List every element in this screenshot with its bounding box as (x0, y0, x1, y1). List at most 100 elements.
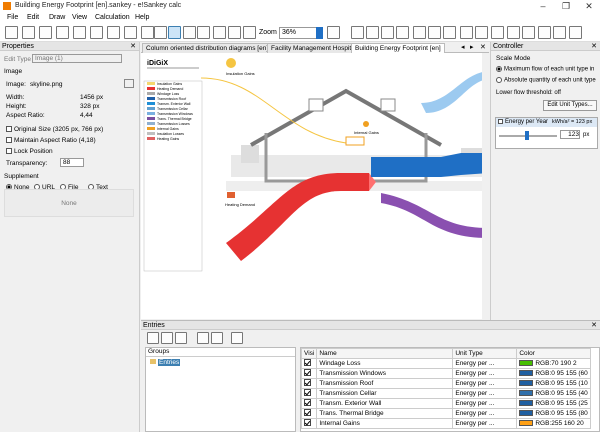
menu-help[interactable]: Help (135, 14, 149, 21)
table-row[interactable]: Internal Gains Energy per ... RGB:255 160 … (301, 418, 591, 429)
cut-icon[interactable] (73, 26, 86, 39)
table-row[interactable]: Transm. Exterior Wall Energy per ... RGB:0… (301, 398, 591, 409)
col-unit-type[interactable]: Unit Type (452, 348, 518, 359)
scale-max-radio[interactable]: Maximum flow of each unit type in (496, 66, 594, 73)
table-row[interactable]: Trans. Thermal Bridge Energy per ... RGB:0… (301, 408, 591, 419)
table-row[interactable]: Transmission Windows Energy per ... RGB:0 … (301, 368, 591, 379)
entry-color[interactable]: RGB:255 160 20 (516, 418, 591, 429)
px-input[interactable]: 123 (560, 130, 580, 139)
col-name[interactable]: Name (316, 348, 454, 359)
entry-name[interactable]: Transmission Windows (316, 368, 454, 379)
new-icon[interactable] (5, 26, 18, 39)
transparency-input[interactable]: 88 (60, 158, 84, 167)
zoom-spin-icon[interactable] (316, 27, 323, 39)
visible-checkbox[interactable] (301, 378, 318, 389)
save-icon[interactable] (39, 26, 52, 39)
distribute-icon[interactable] (413, 26, 426, 39)
entry-color[interactable]: RGB:0 95 155 (25 (516, 398, 591, 409)
tab-building-energy[interactable]: Building Energy Footprint [en] (351, 43, 445, 53)
col-visible[interactable]: Visi (301, 348, 318, 359)
menu-edit[interactable]: Edit (27, 14, 39, 21)
entry-unit-type[interactable]: Energy per ... (452, 358, 518, 369)
entry-name[interactable]: Windage Loss (316, 358, 454, 369)
calc-icon[interactable] (507, 26, 520, 39)
entry-color[interactable]: RGB:0 95 155 (10 (516, 378, 591, 389)
node-tool-icon[interactable] (183, 26, 196, 39)
paste-icon[interactable] (107, 26, 120, 39)
copy-icon[interactable] (90, 26, 103, 39)
tab-scroll-left-icon[interactable]: ◂ (461, 43, 465, 51)
diagram-canvas[interactable]: iDiGiX Insulation Gains Heating Demand Win… (141, 53, 489, 319)
entry-unit-type[interactable]: Energy per ... (452, 388, 518, 399)
front-icon[interactable] (460, 26, 473, 39)
add-group-icon[interactable] (147, 332, 159, 344)
print-icon[interactable] (56, 26, 69, 39)
restore-icon[interactable]: ❐ (556, 0, 576, 12)
tools-icon[interactable] (538, 26, 551, 39)
color-icon[interactable] (396, 26, 409, 39)
ungroup-icon[interactable] (443, 26, 456, 39)
entry-unit-type[interactable]: Energy per ... (452, 418, 518, 429)
col-color[interactable]: Color (516, 348, 591, 359)
add-entry-icon[interactable] (197, 332, 209, 344)
close-icon[interactable]: ✕ (591, 42, 597, 51)
entry-color[interactable]: RGB:0 95 155 (80 (516, 408, 591, 419)
tab-close-icon[interactable]: ✕ (480, 43, 486, 51)
edit-type-select[interactable]: Image (1) (32, 54, 122, 63)
image-icon[interactable] (366, 26, 379, 39)
tab-scroll-right-icon[interactable]: ▸ (470, 43, 474, 51)
group-icon[interactable] (428, 26, 441, 39)
picture-tool-icon[interactable] (213, 26, 226, 39)
zoom-select[interactable]: 36% (279, 27, 317, 39)
menu-file[interactable]: File (7, 14, 18, 21)
entry-unit-type[interactable]: Energy per ... (452, 378, 518, 389)
help-icon[interactable] (569, 26, 582, 39)
entry-name[interactable]: Internal Gains (316, 418, 454, 429)
entry-name[interactable]: Transmission Cellar (316, 388, 454, 399)
entry-name[interactable]: Trans. Thermal Bridge (316, 408, 454, 419)
entries-icon[interactable] (491, 26, 504, 39)
remove-entry-icon[interactable] (211, 332, 223, 344)
entry-unit-type[interactable]: Energy per ... (452, 398, 518, 409)
menu-calculation[interactable]: Calculation (95, 14, 130, 21)
visible-checkbox[interactable] (301, 368, 318, 379)
flow-tool-icon[interactable] (197, 26, 210, 39)
table-row[interactable]: Transmission Cellar Energy per ... RGB:0 9… (301, 388, 591, 399)
visible-checkbox[interactable] (301, 418, 318, 429)
settings-icon[interactable] (553, 26, 566, 39)
zoom-fit-icon[interactable] (327, 26, 340, 39)
close-icon[interactable]: ✕ (579, 0, 599, 12)
back-icon[interactable] (475, 26, 488, 39)
entry-unit-type[interactable]: Energy per ... (452, 368, 518, 379)
scale-abs-radio[interactable]: Absolute quantity of each unit type (496, 77, 596, 84)
original-size-checkbox[interactable]: Original Size (3205 px, 766 px) (6, 126, 103, 133)
close-icon[interactable]: ✕ (130, 42, 136, 51)
visible-checkbox[interactable] (301, 398, 318, 409)
check-icon[interactable] (522, 26, 535, 39)
close-icon[interactable]: ✕ (591, 321, 597, 330)
menu-draw[interactable]: Draw (49, 14, 65, 21)
open-icon[interactable] (22, 26, 35, 39)
maintain-aspect-checkbox[interactable]: Maintain Aspect Ratio (4,18) (6, 137, 96, 144)
menu-view[interactable]: View (72, 14, 87, 21)
edit-group-icon[interactable] (161, 332, 173, 344)
edit-unit-types-button[interactable]: Edit Unit Types... (543, 100, 597, 111)
groups-root-item[interactable]: Entries (150, 359, 295, 366)
remove-group-icon[interactable] (175, 332, 187, 344)
undo-icon[interactable] (141, 26, 154, 39)
visible-checkbox[interactable] (301, 358, 318, 369)
entry-name[interactable]: Transm. Exterior Wall (316, 398, 454, 409)
redo-icon[interactable] (154, 26, 167, 39)
table-row[interactable]: Windage Loss Energy per ... RGB:70 190 2 (301, 358, 591, 369)
scale-slider-handle[interactable] (525, 131, 529, 140)
tab-column-distribution[interactable]: Column oriented distribution diagrams [e… (142, 43, 273, 53)
entry-color[interactable]: RGB:0 95 155 (60 (516, 368, 591, 379)
table-row[interactable]: Transmission Roof Energy per ... RGB:0 95 … (301, 378, 591, 389)
sort-entries-icon[interactable] (231, 332, 243, 344)
lock-position-checkbox[interactable]: Lock Position (6, 148, 53, 155)
folder-icon[interactable] (124, 79, 134, 88)
entry-color[interactable]: RGB:0 95 155 (40 (516, 388, 591, 399)
entry-unit-type[interactable]: Energy per ... (452, 408, 518, 419)
search-icon[interactable] (124, 26, 137, 39)
visible-checkbox[interactable] (301, 408, 318, 419)
